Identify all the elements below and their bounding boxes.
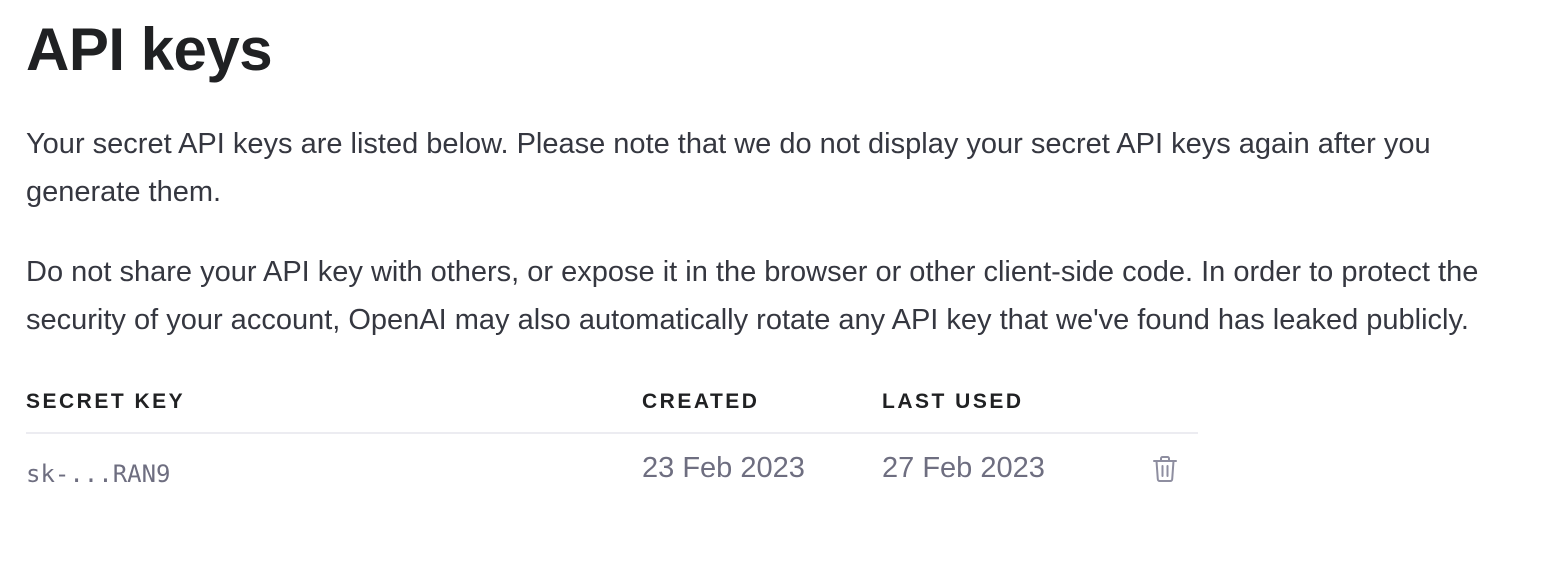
api-keys-table: SECRET KEY CREATED LAST USED sk-...RAN9 … bbox=[26, 390, 1198, 490]
page-title: API keys bbox=[26, 16, 273, 83]
secret-key-value: sk-...RAN9 bbox=[26, 460, 171, 488]
api-keys-page: API keys Your secret API keys are listed… bbox=[0, 0, 1548, 582]
secret-key-cell: sk-...RAN9 bbox=[26, 433, 642, 490]
last-used-date-cell: 27 Feb 2023 bbox=[882, 452, 1045, 484]
delete-key-button[interactable] bbox=[1152, 454, 1180, 484]
table-row: sk-...RAN9 23 Feb 2023 27 Feb 2023 bbox=[26, 433, 1198, 490]
column-header-secret-key: SECRET KEY bbox=[26, 390, 642, 434]
table-body: sk-...RAN9 23 Feb 2023 27 Feb 2023 bbox=[26, 433, 1198, 490]
table-header: SECRET KEY CREATED LAST USED bbox=[26, 390, 1198, 434]
column-header-last-used: LAST USED bbox=[882, 390, 1144, 434]
created-date-cell: 23 Feb 2023 bbox=[642, 452, 805, 484]
warning-paragraph: Do not share your API key with others, o… bbox=[26, 256, 1479, 336]
actions-cell bbox=[1144, 433, 1198, 490]
table-header-row: SECRET KEY CREATED LAST USED bbox=[26, 390, 1198, 434]
column-header-actions bbox=[1144, 390, 1198, 434]
intro-paragraph: Your secret API keys are listed below. P… bbox=[26, 128, 1431, 208]
trash-icon bbox=[1152, 455, 1180, 483]
column-header-created: CREATED bbox=[642, 390, 882, 434]
